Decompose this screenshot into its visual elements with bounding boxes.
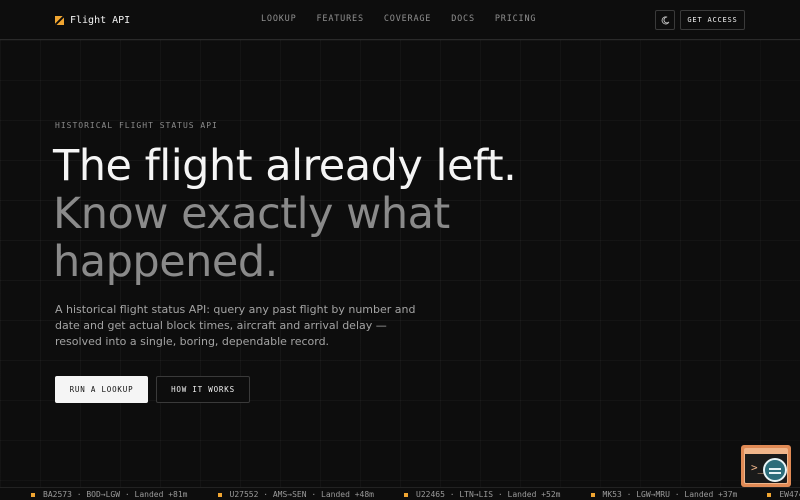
- support-chat-widget[interactable]: >_: [741, 445, 791, 487]
- ticker-item: EW474 · CGN→L: [767, 490, 800, 499]
- nav-item-coverage[interactable]: COVERAGE: [384, 14, 431, 24]
- ticker-item-text: BA2573 · BOD→LGW · Landed +81m: [43, 490, 188, 499]
- status-dot-icon: [767, 492, 772, 497]
- hero-title-line1: The flight already left.: [53, 141, 517, 191]
- hero-title: The flight already left. Know exactly wh…: [53, 142, 653, 286]
- brand-logo[interactable]: Flight API: [55, 13, 130, 27]
- ticker-item-text: U22465 · LTN→LIS · Landed +52m: [416, 490, 561, 499]
- nav-item-lookup[interactable]: LOOKUP: [261, 14, 297, 24]
- top-header: Flight API LOOKUP FEATURES COVERAGE DOCS…: [0, 0, 800, 40]
- ticker-item: U27552 · AMS→SEN · Landed +48m: [217, 490, 375, 499]
- ticker-item-text: EW474 · CGN→L: [779, 490, 800, 499]
- logo-mark-icon: [55, 15, 64, 25]
- status-dot-icon: [404, 492, 408, 497]
- nav-item-features[interactable]: FEATURES: [317, 14, 364, 24]
- brand-name: Flight API: [70, 14, 131, 26]
- status-dot-icon: [590, 492, 595, 497]
- ticker-item: BA2573 · BOD→LGW · Landed +81m: [31, 490, 188, 499]
- ticker-item-text: MK53 · LGW→MRU · Landed +37m: [602, 490, 738, 499]
- ticker-item: MK53 · LGW→MRU · Landed +37m: [590, 490, 738, 499]
- run-lookup-button[interactable]: RUN A LOOKUP: [55, 376, 148, 403]
- flight-ticker: BA2573 · BOD→LGW · Landed +81m U27552 · …: [0, 487, 800, 500]
- nav-item-pricing[interactable]: PRICING: [495, 14, 536, 24]
- ticker-track: BA2573 · BOD→LGW · Landed +81m U27552 · …: [31, 490, 800, 499]
- moon-icon: [661, 15, 669, 24]
- hero-title-line2: Know exactly what happened.: [53, 189, 450, 287]
- ticker-item-text: U27552 · AMS→SEN · Landed +48m: [229, 490, 375, 499]
- nav-item-docs[interactable]: DOCS: [451, 14, 475, 24]
- get-access-button[interactable]: GET ACCESS: [680, 10, 745, 30]
- theme-toggle-button[interactable]: [655, 10, 675, 30]
- hero-description: A historical flight status API: query an…: [55, 303, 416, 348]
- ticker-item: U22465 · LTN→LIS · Landed +52m: [404, 490, 561, 499]
- status-dot-icon: [31, 492, 35, 497]
- hero-eyebrow: HISTORICAL FLIGHT STATUS API: [55, 121, 218, 130]
- status-dot-icon: [217, 492, 222, 497]
- main-nav: LOOKUP FEATURES COVERAGE DOCS PRICING: [261, 14, 556, 24]
- how-it-works-button[interactable]: HOW IT WORKS: [156, 376, 250, 403]
- chat-bubble-icon: [763, 458, 787, 482]
